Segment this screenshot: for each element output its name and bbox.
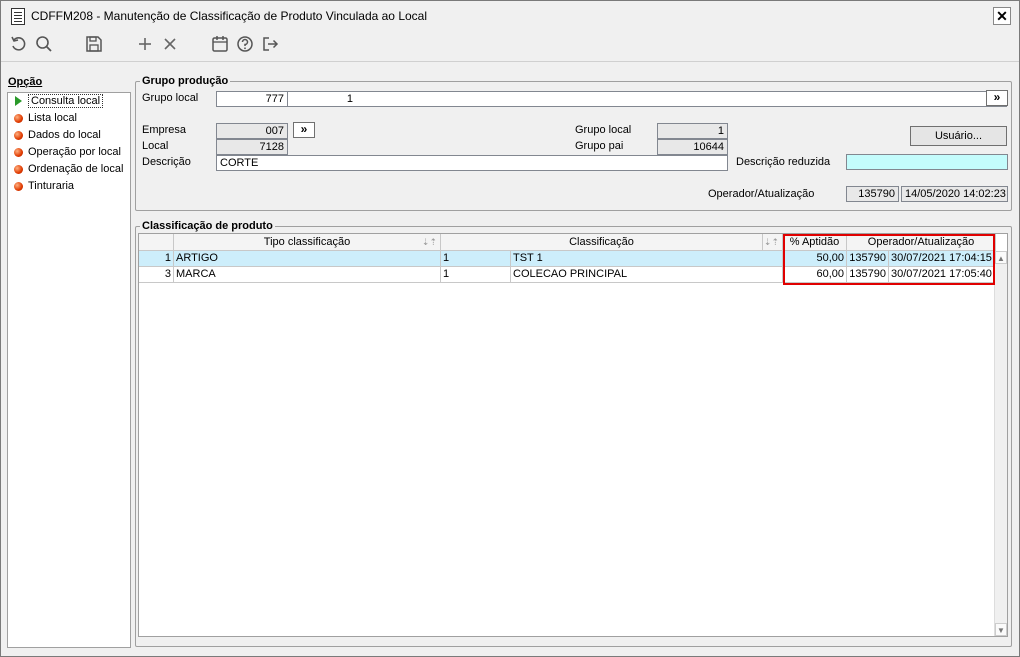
operador-field: 135790: [846, 186, 899, 202]
atualizacao-field: 14/05/2020 14:02:23: [901, 186, 1008, 202]
local-field: 7128: [216, 139, 288, 155]
grupo-local2-label: Grupo local: [575, 124, 632, 136]
undo-icon[interactable]: [9, 35, 29, 55]
grupo-producao-title: Grupo produção: [140, 75, 231, 87]
toolbar-divider: [1, 61, 1019, 62]
tipo-cell[interactable]: ARTIGO: [174, 251, 441, 267]
grupo-pai-label: Grupo pai: [575, 140, 624, 152]
tipo-id-cell[interactable]: 3: [139, 267, 174, 283]
close-button[interactable]: ✕: [993, 7, 1011, 25]
scroll-down-icon[interactable]: ▼: [995, 623, 1007, 636]
sidebar-item-label: Operação por local: [28, 146, 121, 158]
red-bullet-icon: [14, 114, 23, 123]
grupo-local2-field: 1: [657, 123, 728, 139]
col-header-label: Classificação: [569, 236, 634, 248]
sort-icon: ⇣⇡: [421, 237, 437, 247]
descricao-reduzida-label: Descrição reduzida: [736, 156, 831, 168]
descricao-field[interactable]: CORTE: [216, 155, 728, 171]
col-header-label: Tipo classificação: [263, 236, 351, 248]
sort-classificacao-button[interactable]: ⇣⇡: [763, 234, 783, 251]
sort-tipo-button[interactable]: ⇣⇡: [420, 234, 441, 251]
toolbar: [1, 31, 1019, 59]
window-title: CDFFM208 - Manutenção de Classificação d…: [31, 9, 427, 23]
class-id-cell[interactable]: 1: [441, 251, 511, 267]
grupo-local-label: Grupo local: [142, 92, 199, 104]
row-indicator-header: [139, 234, 174, 251]
grupo-pai-field: 10644: [657, 139, 728, 155]
tipo-cell[interactable]: MARCA: [174, 267, 441, 283]
help-icon[interactable]: [235, 35, 255, 55]
main-window: CDFFM208 - Manutenção de Classificação d…: [0, 0, 1020, 657]
red-bullet-icon: [14, 182, 23, 191]
empresa-lookup-button[interactable]: »: [293, 122, 315, 138]
class-id-cell[interactable]: 1: [441, 267, 511, 283]
delete-icon[interactable]: [160, 35, 180, 55]
sort-icon: ⇣⇡: [763, 237, 779, 247]
descricao-label: Descrição: [142, 156, 191, 168]
calendar-icon[interactable]: [210, 35, 230, 55]
exit-icon[interactable]: [260, 35, 280, 55]
red-bullet-icon: [14, 165, 23, 174]
sidebar-item-dados-do-local[interactable]: Dados do local: [8, 127, 130, 144]
grupo-local-subvalue: 1: [346, 93, 353, 105]
sidebar-item-operacao-por-local[interactable]: Operação por local: [8, 144, 130, 161]
sidebar-item-label: Lista local: [28, 112, 77, 124]
play-arrow-icon: [15, 96, 22, 106]
sidebar-item-label: Ordenação de local: [28, 163, 124, 175]
col-header-classificacao[interactable]: Classificação: [441, 234, 763, 251]
classificacao-title: Classificação de produto: [140, 220, 275, 232]
sidebar-title: Opção: [8, 76, 43, 88]
sidebar-list: Consulta local Lista local Dados do loca…: [7, 92, 131, 648]
add-icon[interactable]: [135, 35, 155, 55]
search-icon[interactable]: [34, 35, 54, 55]
col-header-tipo[interactable]: Tipo classificação: [174, 234, 441, 251]
grupo-local-subfield[interactable]: 1: [287, 91, 1007, 107]
descricao-reduzida-field[interactable]: [846, 154, 1008, 170]
sidebar-item-ordenacao-de-local[interactable]: Ordenação de local: [8, 161, 130, 178]
classificacao-cell[interactable]: TST 1: [511, 251, 783, 267]
empresa-field: 007: [216, 123, 288, 139]
scroll-up-icon[interactable]: ▲: [995, 251, 1007, 264]
sidebar-item-consulta-local[interactable]: Consulta local: [8, 93, 130, 110]
usuario-button[interactable]: Usuário...: [910, 126, 1007, 146]
grupo-local-lookup-button[interactable]: »: [986, 90, 1008, 106]
vertical-scrollbar[interactable]: ▲ ▼: [994, 251, 1007, 636]
tipo-id-cell[interactable]: 1: [139, 251, 174, 267]
empresa-label: Empresa: [142, 124, 187, 136]
operador-label: Operador/Atualização: [708, 188, 815, 200]
sidebar-item-label: Consulta local: [28, 94, 104, 108]
highlight-annotation-box: [783, 234, 995, 285]
grupo-local-field[interactable]: 777: [216, 91, 288, 107]
save-icon[interactable]: [84, 35, 104, 55]
document-icon: [11, 8, 25, 25]
sidebar-item-tinturaria[interactable]: Tinturaria: [8, 178, 130, 195]
sidebar-item-label: Tinturaria: [28, 180, 75, 192]
red-bullet-icon: [14, 148, 23, 157]
local-label: Local: [142, 140, 169, 152]
classificacao-grid: Tipo classificação ⇣⇡ Classificação ⇣⇡ %…: [138, 233, 1008, 637]
classificacao-cell[interactable]: COLECAO PRINCIPAL: [511, 267, 783, 283]
red-bullet-icon: [14, 131, 23, 140]
title-bar: CDFFM208 - Manutenção de Classificação d…: [1, 1, 1019, 31]
sidebar-item-lista-local[interactable]: Lista local: [8, 110, 130, 127]
sidebar-item-label: Dados do local: [28, 129, 101, 141]
